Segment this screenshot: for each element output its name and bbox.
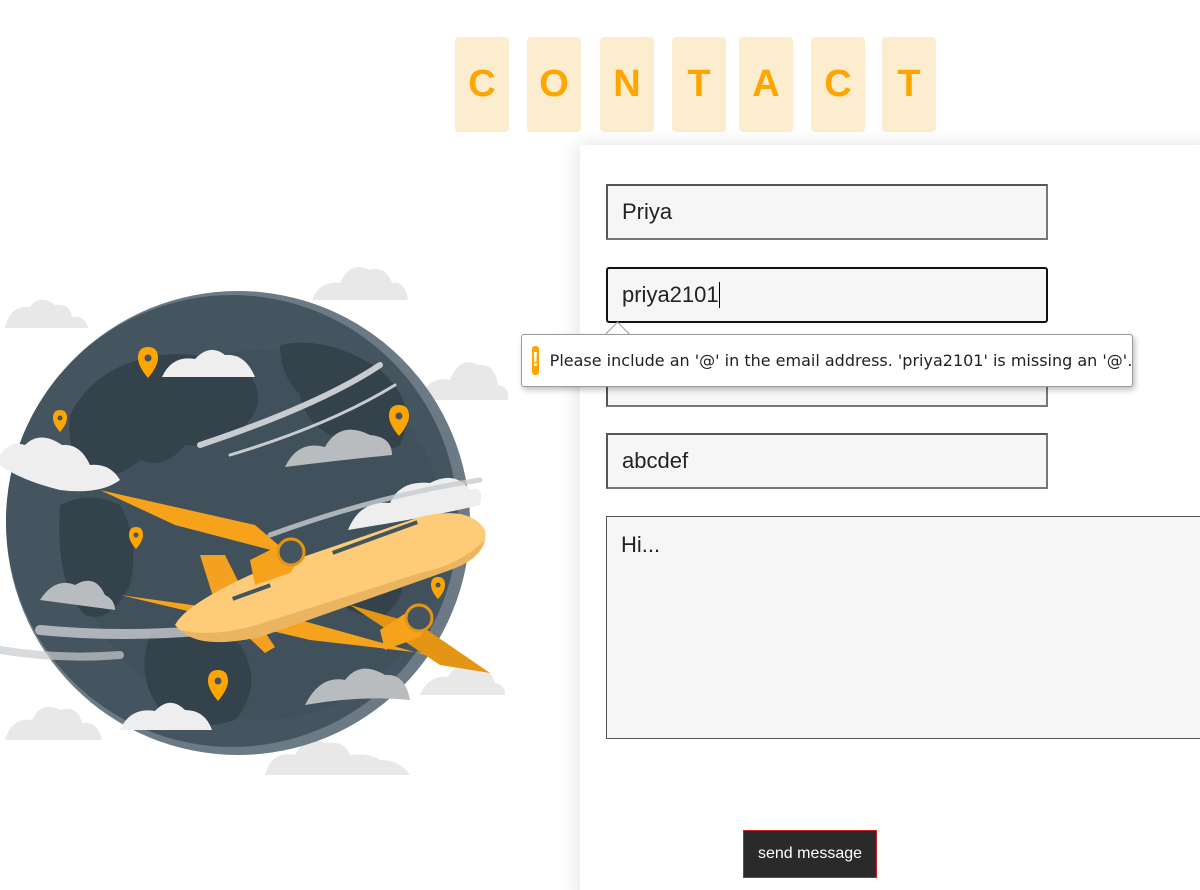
title-letter-tile: O	[527, 37, 581, 132]
title-letter-tile: A	[739, 37, 793, 132]
send-message-button[interactable]: send message	[743, 830, 877, 878]
subject-field[interactable]	[606, 433, 1048, 489]
title-letter-tile: C	[811, 37, 865, 132]
email-field[interactable]: priya2101	[606, 267, 1048, 323]
message-textarea[interactable]: Hi...	[606, 516, 1200, 739]
title-letter-tile: N	[600, 37, 654, 132]
title-letter-tile: T	[882, 37, 936, 132]
contact-page: C O N T A C T Priya priya2101 abcdef Hi.…	[0, 0, 1200, 890]
title-letter-tile: T	[672, 37, 726, 132]
globe-airplane-illustration	[0, 266, 509, 775]
name-field[interactable]	[606, 184, 1048, 240]
title-letter-tile: C	[455, 37, 509, 132]
validation-tooltip: ! Please include an '@' in the email add…	[521, 334, 1133, 387]
validation-message: Please include an '@' in the email addre…	[549, 351, 1133, 370]
message-value: Hi...	[621, 532, 661, 557]
text-caret	[718, 282, 720, 308]
warning-icon: !	[532, 346, 539, 375]
email-field-value: priya2101	[622, 282, 719, 307]
